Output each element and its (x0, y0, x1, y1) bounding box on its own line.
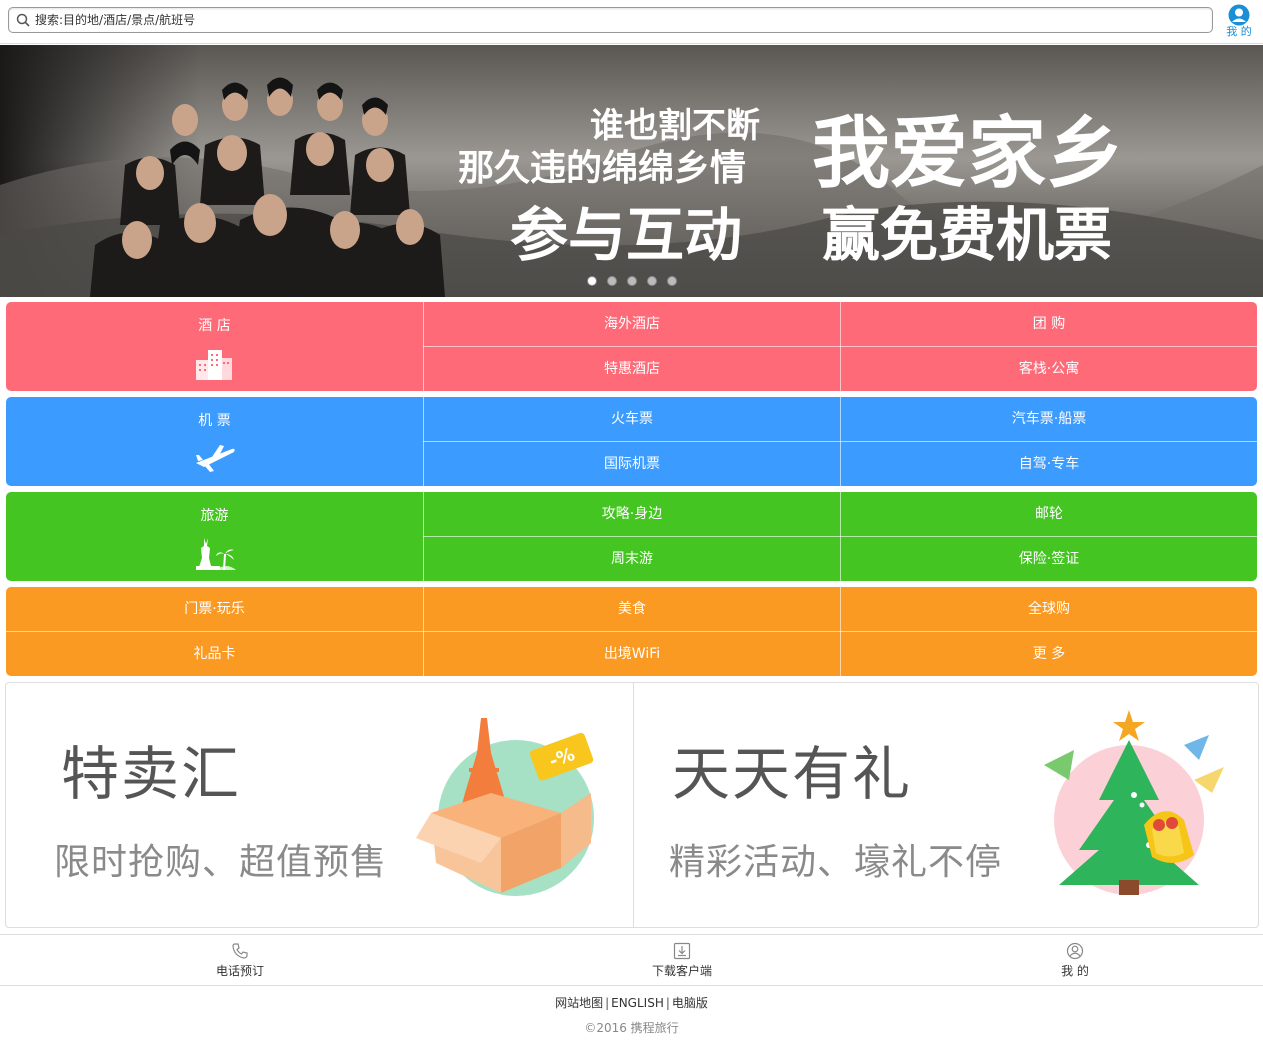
carousel-dot-5[interactable] (666, 276, 677, 286)
gift-card-link[interactable]: 礼品卡 (6, 632, 423, 676)
search-icon (16, 13, 30, 27)
hotel-label: 酒 店 (198, 318, 231, 334)
download-app-button[interactable]: 下载客户端 (582, 935, 782, 985)
inn-apartment-link[interactable]: 客栈·公寓 (841, 347, 1257, 391)
phone-booking-label: 电话预订 (215, 964, 264, 978)
search-input[interactable] (35, 11, 1205, 29)
copyright: ©2016 携程旅行 (584, 1021, 679, 1035)
daily-gift-promo[interactable]: 天天有礼 精彩活动、壕礼不停 (633, 683, 1258, 927)
user-avatar-icon (1228, 4, 1250, 26)
carousel-indicators (0, 276, 1263, 286)
desktop-version-link[interactable]: 电脑版 (670, 996, 710, 1010)
category-more: 门票·玩乐 美食 全球购 礼品卡 出境WiFi 更 多 (6, 587, 1257, 676)
overseas-hotel-link[interactable]: 海外酒店 (424, 302, 840, 346)
banner-headline: 我爱家乡 (812, 108, 1124, 199)
user-icon (1066, 942, 1084, 960)
flight-button[interactable]: 机 票 (6, 397, 423, 486)
daily-gift-subtitle: 精彩活动、壕礼不停 (669, 842, 1003, 883)
travel-button[interactable]: 旅游 (6, 492, 423, 581)
footer-links: 网站地图 | ENGLISH | 电脑版 (0, 994, 1263, 1011)
bus-boat-ticket-link[interactable]: 汽车票·船票 (841, 397, 1257, 441)
banner-text-line4: 赢免费机票 (822, 201, 1112, 269)
flight-label: 机 票 (198, 413, 231, 429)
banner-text-line3: 参与互动 (510, 201, 742, 269)
flash-sale-promo[interactable]: 特卖汇 限时抢购、超值预售 -% (6, 683, 632, 927)
train-ticket-link[interactable]: 火车票 (424, 397, 840, 441)
weekend-trip-link[interactable]: 周末游 (424, 537, 840, 581)
flash-sale-title: 特卖汇 (61, 740, 242, 808)
my-account-nav-label: 我 的 (1061, 964, 1089, 978)
banner-carousel[interactable]: 谁也割不断 那久违的绵绵乡情 我爱家乡 参与互动 赢免费机票 (0, 45, 1263, 297)
phone-booking-button[interactable]: 电话预订 (140, 935, 340, 985)
christmas-tree-icon (1044, 710, 1224, 895)
group-buy-link[interactable]: 团 购 (841, 302, 1257, 346)
car-rental-link[interactable]: 自驾·专车 (841, 442, 1257, 486)
global-shopping-link[interactable]: 全球购 (841, 587, 1257, 631)
insurance-visa-link[interactable]: 保险·签证 (841, 537, 1257, 581)
guide-nearby-link[interactable]: 攻略·身边 (424, 492, 840, 536)
carousel-dot-3[interactable] (626, 276, 637, 286)
my-account-label: 我 的 (1226, 25, 1252, 38)
sitemap-link[interactable]: 网站地图 (553, 996, 605, 1010)
promo-section: 特卖汇 限时抢购、超值预售 -% 天天有礼 精彩活动、壕礼不停 (5, 682, 1259, 928)
carousel-dot-1[interactable] (586, 276, 597, 286)
download-app-label: 下载客户端 (651, 964, 712, 978)
travel-label: 旅游 (200, 508, 229, 524)
discount-hotel-link[interactable]: 特惠酒店 (424, 347, 840, 391)
hotel-icon (196, 350, 232, 380)
category-travel: 旅游 攻略·身边 邮轮 周末游 保险·签证 (6, 492, 1257, 581)
banner-text-line2: 那久违的绵绵乡情 (458, 147, 746, 189)
my-account-button[interactable]: 我 的 (1221, 4, 1257, 42)
hotel-button[interactable]: 酒 店 (6, 302, 423, 391)
airplane-icon (196, 445, 235, 472)
english-link[interactable]: ENGLISH (609, 996, 666, 1010)
carousel-dot-4[interactable] (646, 276, 657, 286)
international-flight-link[interactable]: 国际机票 (424, 442, 840, 486)
banner-image: 谁也割不断 那久违的绵绵乡情 我爱家乡 参与互动 赢免费机票 (0, 45, 1263, 297)
more-link[interactable]: 更 多 (841, 632, 1257, 676)
outbound-wifi-link[interactable]: 出境WiFi (424, 632, 840, 676)
flash-sale-subtitle: 限时抢购、超值预售 (54, 842, 388, 883)
banner-text-line1: 谁也割不断 (590, 106, 760, 146)
search-box[interactable] (8, 7, 1213, 33)
category-flight: 机 票 火车票 汽车票·船票 国际机票 自驾·专车 (6, 397, 1257, 486)
header: 我 的 (0, 0, 1263, 44)
category-hotel: 酒 店 海外酒店 团 购 特惠酒店 客栈·公寓 (6, 302, 1257, 391)
bottom-nav: 电话预订 下载客户端 我 的 (0, 934, 1263, 986)
daily-gift-title: 天天有礼 (672, 740, 913, 808)
statue-of-liberty-icon (196, 538, 236, 570)
gift-box-eiffel-icon: -% (416, 718, 594, 896)
phone-icon (232, 943, 248, 959)
cruise-link[interactable]: 邮轮 (841, 492, 1257, 536)
carousel-dot-2[interactable] (606, 276, 617, 286)
food-link[interactable]: 美食 (424, 587, 840, 631)
download-icon (673, 942, 691, 960)
tickets-fun-link[interactable]: 门票·玩乐 (6, 587, 423, 631)
my-account-nav-button[interactable]: 我 的 (975, 935, 1175, 985)
